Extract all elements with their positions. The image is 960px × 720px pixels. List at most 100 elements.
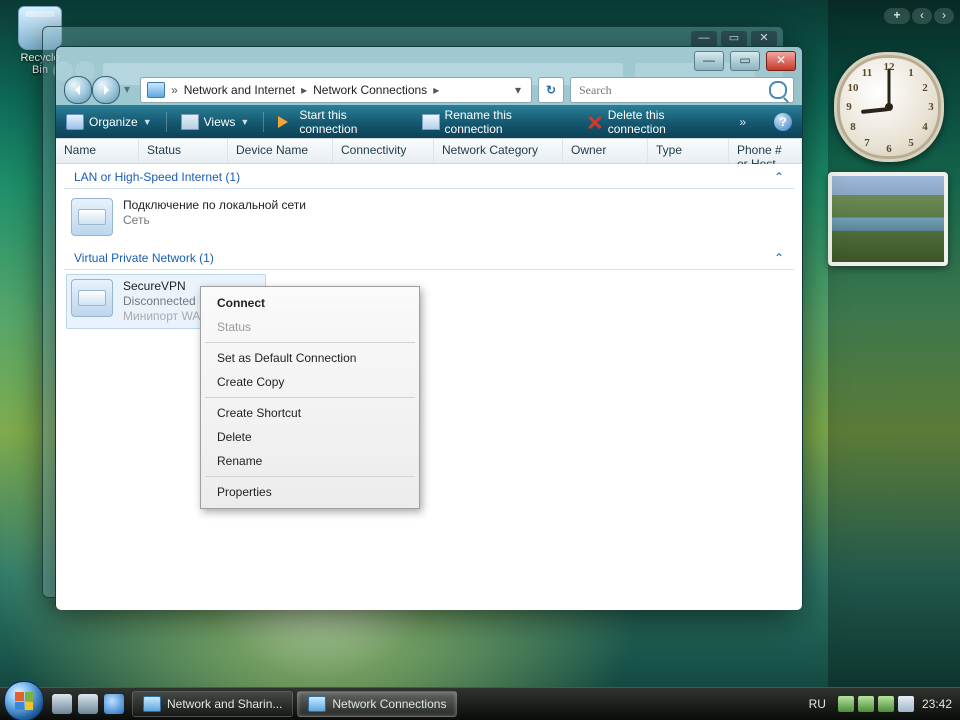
tray-network-icon[interactable] xyxy=(858,696,874,712)
collapse-icon[interactable]: ⌃ xyxy=(774,251,784,265)
views-button[interactable]: Views ▼ xyxy=(181,114,250,130)
taskbar-item-network-connections[interactable]: Network Connections xyxy=(297,691,457,717)
sidebar-controls: + ‹ › xyxy=(884,8,954,24)
ctx-properties[interactable]: Properties xyxy=(203,480,417,504)
collapse-icon[interactable]: ⌃ xyxy=(774,170,784,184)
nav-history-dropdown[interactable]: ▾ xyxy=(120,76,134,102)
ctx-delete[interactable]: Delete xyxy=(203,425,417,449)
ctx-rename[interactable]: Rename xyxy=(203,449,417,473)
sidebar-next-button[interactable]: › xyxy=(934,8,954,24)
ctx-status: Status xyxy=(203,315,417,339)
chevron-down-icon: ▼ xyxy=(240,117,249,127)
col-status[interactable]: Status xyxy=(139,139,228,163)
ctx-connect[interactable]: Connect xyxy=(203,291,417,315)
help-button[interactable]: ? xyxy=(774,113,792,131)
context-menu: Connect Status Set as Default Connection… xyxy=(200,286,420,509)
ql-switch-windows[interactable] xyxy=(78,694,98,714)
clock-num-3: 3 xyxy=(928,101,934,113)
breadcrumb-seg-2[interactable]: Network Connections xyxy=(313,83,427,97)
breadcrumb-seg-1[interactable]: Network and Internet xyxy=(184,83,295,97)
connection-vpn-text: SecureVPN Disconnected Минипорт WAN xyxy=(123,279,209,324)
minimize-button[interactable]: — xyxy=(694,51,724,71)
col-network-cat[interactable]: Network Category xyxy=(434,139,563,163)
rename-connection-button[interactable]: Rename this connection xyxy=(422,108,573,136)
address-bar[interactable]: « Network and Internet ▸ Network Connect… xyxy=(140,77,532,103)
bg-maximize-button[interactable]: ▭ xyxy=(721,31,747,47)
clock-num-7: 7 xyxy=(864,137,870,149)
col-type[interactable]: Type xyxy=(648,139,729,163)
search-icon[interactable] xyxy=(769,81,787,99)
network-adapter-icon xyxy=(71,198,113,236)
close-button[interactable]: ✕ xyxy=(766,51,796,71)
desktop[interactable]: Recycle Bin + ‹ › 12 1 2 3 4 5 6 7 8 9 1… xyxy=(0,0,960,720)
group-header-lan[interactable]: LAN or High-Speed Internet (1) ⌃ xyxy=(64,164,794,189)
bg-minimize-button[interactable]: — xyxy=(691,31,717,47)
separator xyxy=(263,112,264,132)
nav-back-button[interactable] xyxy=(64,76,92,104)
organize-button[interactable]: Organize ▼ xyxy=(66,114,152,130)
explorer-window: — ▭ ✕ ▾ « Network and Internet ▸ Network… xyxy=(55,46,803,610)
ctx-create-copy[interactable]: Create Copy xyxy=(203,370,417,394)
delete-connection-button[interactable]: Delete this connection xyxy=(587,108,726,136)
delete-connection-label: Delete this connection xyxy=(608,108,726,136)
ctx-set-default[interactable]: Set as Default Connection xyxy=(203,346,417,370)
group-header-vpn[interactable]: Virtual Private Network (1) ⌃ xyxy=(64,245,794,270)
start-connection-button[interactable]: Start this connection xyxy=(278,108,407,136)
sidebar-add-gadget-button[interactable]: + xyxy=(884,8,910,24)
slideshow-gadget[interactable] xyxy=(828,172,948,266)
start-connection-label: Start this connection xyxy=(299,108,407,136)
col-owner[interactable]: Owner xyxy=(563,139,648,163)
ql-show-desktop[interactable] xyxy=(52,694,72,714)
bg-close-button[interactable]: ✕ xyxy=(751,31,777,47)
folder-icon xyxy=(147,82,165,98)
col-phone-host[interactable]: Phone # or Host Addre... xyxy=(729,139,802,163)
taskbar-item-network-sharing[interactable]: Network and Sharin... xyxy=(132,691,293,717)
chevron-right-icon[interactable]: ▸ xyxy=(433,83,439,97)
address-dropdown-button[interactable]: ▾ xyxy=(511,83,525,97)
search-input[interactable] xyxy=(577,82,769,99)
col-connectivity[interactable]: Connectivity xyxy=(333,139,434,163)
clock-readout[interactable]: 23:42 xyxy=(922,697,952,711)
taskbar[interactable]: Network and Sharin... Network Connection… xyxy=(0,687,960,720)
connection-lan-name: Подключение по локальной сети xyxy=(123,198,306,213)
connection-lan[interactable]: Подключение по локальной сети Сеть xyxy=(66,193,792,241)
clock-num-11: 11 xyxy=(862,67,872,79)
language-indicator[interactable]: RU xyxy=(809,697,826,711)
nav-forward-button[interactable] xyxy=(92,76,120,104)
connection-vpn-name: SecureVPN xyxy=(123,279,209,294)
rename-connection-label: Rename this connection xyxy=(445,108,573,136)
col-device[interactable]: Device Name xyxy=(228,139,333,163)
window-icon xyxy=(308,696,326,712)
titlebar[interactable]: — ▭ ✕ xyxy=(56,47,802,75)
quick-launch xyxy=(52,694,124,714)
sidebar-prev-button[interactable]: ‹ xyxy=(912,8,932,24)
taskbar-item-label: Network and Sharin... xyxy=(167,697,282,711)
refresh-button[interactable]: ↻ xyxy=(538,77,564,103)
rename-icon xyxy=(422,114,440,130)
clock-num-5: 5 xyxy=(908,137,914,149)
clock-num-9: 9 xyxy=(846,101,852,113)
command-toolbar: Organize ▼ Views ▼ Start this connection… xyxy=(56,105,802,138)
ql-internet-explorer[interactable] xyxy=(104,694,124,714)
windows-logo-icon xyxy=(15,692,33,710)
toolbar-overflow-button[interactable]: » xyxy=(739,115,746,129)
maximize-button[interactable]: ▭ xyxy=(730,51,760,71)
clock-gadget[interactable]: 12 1 2 3 4 5 6 7 8 9 10 11 xyxy=(834,52,944,162)
views-label: Views xyxy=(204,115,236,129)
tray-volume-icon[interactable] xyxy=(898,696,914,712)
connection-vpn-device: Минипорт WAN xyxy=(123,309,209,324)
chevron-right-icon[interactable]: ▸ xyxy=(301,83,307,97)
tray-network2-icon[interactable] xyxy=(878,696,894,712)
ctx-create-shortcut[interactable]: Create Shortcut xyxy=(203,401,417,425)
breadcrumb-overflow-icon[interactable]: « xyxy=(171,83,178,97)
clock-num-8: 8 xyxy=(850,121,856,133)
column-header: Name Status Device Name Connectivity Net… xyxy=(56,138,802,164)
tray-security-icon[interactable] xyxy=(838,696,854,712)
vpn-adapter-icon xyxy=(71,279,113,317)
col-name[interactable]: Name xyxy=(56,139,139,163)
content-pane[interactable]: LAN or High-Speed Internet (1) ⌃ Подключ… xyxy=(56,164,802,610)
search-box[interactable] xyxy=(570,77,794,103)
start-button[interactable] xyxy=(4,681,44,720)
clock-num-10: 10 xyxy=(848,82,859,94)
organize-label: Organize xyxy=(89,115,138,129)
